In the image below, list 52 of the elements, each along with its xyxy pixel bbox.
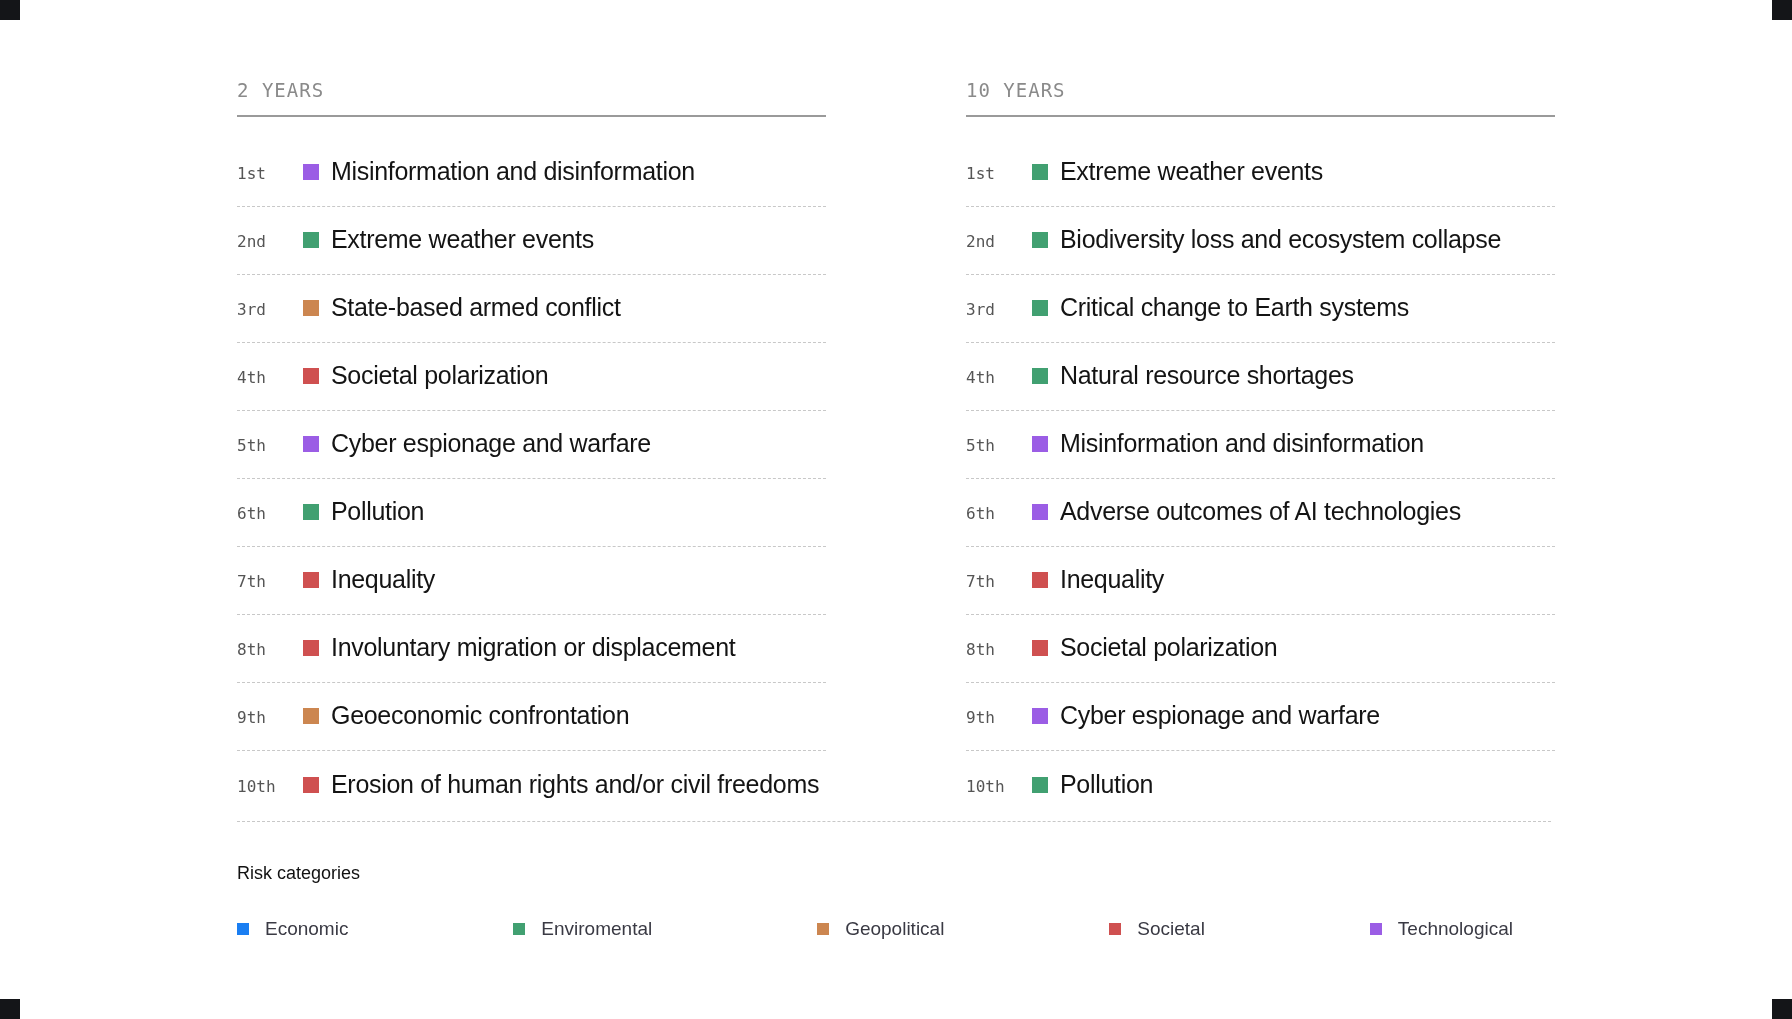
rank-label: 1st [966, 163, 996, 185]
rank-label: 3rd [966, 299, 996, 321]
column-heading: 10 YEARS [966, 76, 1555, 117]
rank-label: 5th [966, 435, 996, 457]
rank-label: 3rd [237, 299, 267, 321]
rank-label: 2nd [966, 231, 996, 253]
risk-label: State-based armed conflict [331, 292, 621, 324]
risk-label: Societal polarization [1060, 632, 1278, 664]
risk-label: Extreme weather events [331, 224, 594, 256]
risk-label: Inequality [331, 564, 436, 596]
corner-mark [0, 999, 20, 1019]
rank-label: 6th [237, 503, 267, 525]
risk-label: Involuntary migration or displacement [331, 632, 736, 664]
risk-label: Natural resource shortages [1060, 360, 1354, 392]
risk-label: Erosion of human rights and/or civil freedoms [331, 768, 820, 800]
corner-mark [1772, 0, 1792, 20]
rank-label: 9th [966, 707, 996, 729]
legend-label: Enviromental [541, 916, 653, 941]
corner-mark [0, 0, 20, 20]
risk-label: Inequality [1060, 564, 1165, 596]
column-heading: 2 YEARS [237, 76, 826, 117]
rank-label: 7th [966, 571, 996, 593]
risk-label: Societal polarization [331, 360, 549, 392]
corner-mark [1772, 999, 1792, 1019]
rank-label: 5th [237, 435, 267, 457]
legend-title: Risk categories [237, 861, 362, 885]
legend-label: Technological [1397, 916, 1513, 941]
risk-label: Cyber espionage and warfare [1060, 700, 1380, 732]
risk-label: Misinformation and disinformation [331, 156, 695, 188]
risk-label: Geoeconomic confrontation [331, 700, 630, 732]
rank-label: 1st [237, 163, 267, 185]
legend-label: Economic [265, 916, 349, 941]
rank-label: 6th [966, 503, 996, 525]
risk-label: Extreme weather events [1060, 156, 1323, 188]
legend-label: Geopolitical [845, 916, 945, 941]
rank-label: 7th [237, 571, 267, 593]
rank-label: 4th [237, 367, 267, 389]
rank-label: 10th [237, 775, 277, 798]
legend-label: Societal [1137, 916, 1205, 941]
risk-label: Adverse outcomes of AI technologies [1060, 496, 1461, 528]
rank-label: 4th [966, 367, 996, 389]
risk-label: Critical change to Earth systems [1060, 292, 1409, 324]
rank-label: 9th [237, 707, 267, 729]
risk-label: Biodiversity loss and ecosystem collapse [1060, 224, 1501, 256]
rank-label: 8th [237, 639, 267, 661]
rank-label: 8th [966, 639, 996, 661]
rank-label: 2nd [237, 231, 267, 253]
risk-label: Cyber espionage and warfare [331, 428, 651, 460]
risk-label: Misinformation and disinformation [1060, 428, 1424, 460]
risk-label: Pollution [1060, 768, 1154, 800]
risk-label: Pollution [331, 496, 425, 528]
rank-label: 10th [966, 775, 1006, 798]
